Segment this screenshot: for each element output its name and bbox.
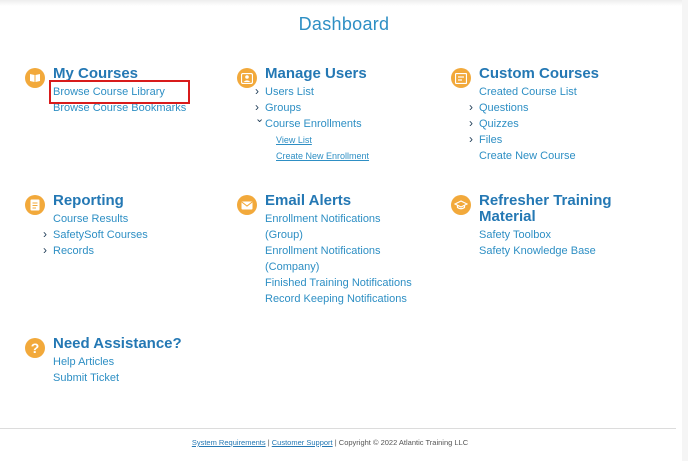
- groups-link[interactable]: Groups: [255, 99, 369, 116]
- quizzes-link[interactable]: Quizzes: [469, 115, 577, 132]
- need-assistance-title[interactable]: Need Assistance?: [53, 336, 182, 352]
- custom-courses-title[interactable]: Custom Courses: [479, 66, 599, 82]
- browse-course-library-link[interactable]: Browse Course Library: [48, 80, 191, 104]
- manage-users-links: Users List Groups Course Enrollments Vie…: [255, 83, 369, 164]
- finished-training-notifications-link[interactable]: Finished Training Notifications: [265, 275, 412, 291]
- customer-support-link[interactable]: Customer Support: [272, 438, 333, 447]
- refresher-title-line1: Refresher Training: [479, 192, 612, 209]
- manage-users-title[interactable]: Manage Users: [265, 66, 367, 82]
- footer: System Requirements | Customer Support |…: [0, 438, 660, 447]
- safetysoft-courses-link[interactable]: SafetySoft Courses: [43, 226, 148, 243]
- email-alerts-title[interactable]: Email Alerts: [265, 193, 351, 209]
- copyright-text: Copyright © 2022 Atlantic Training LLC: [338, 438, 469, 447]
- view-list-link[interactable]: View List: [265, 132, 369, 148]
- page-title: Dashboard: [298, 14, 390, 34]
- records-link[interactable]: Records: [43, 242, 148, 259]
- refresher-links: Safety Toolbox Safety Knowledge Base: [479, 227, 596, 259]
- scrollbar[interactable]: [682, 0, 688, 461]
- assistance-links: Help Articles Submit Ticket: [53, 354, 119, 386]
- enrollment-notifications-company-link[interactable]: Enrollment Notifications (Company): [265, 243, 390, 275]
- create-new-course-link[interactable]: Create New Course: [479, 148, 577, 164]
- report-icon: [25, 195, 45, 215]
- top-shadow: [0, 0, 688, 6]
- created-course-list-link[interactable]: Created Course List: [479, 84, 577, 100]
- refresher-title-line2: Material: [479, 208, 536, 225]
- user-badge-icon: [237, 68, 257, 88]
- safety-toolbox-link[interactable]: Safety Toolbox: [479, 227, 596, 243]
- envelope-icon: [237, 195, 257, 215]
- safety-knowledge-base-link[interactable]: Safety Knowledge Base: [479, 243, 596, 259]
- footer-divider: [0, 428, 676, 429]
- enrollment-notifications-group-link[interactable]: Enrollment Notifications (Group): [265, 211, 390, 243]
- create-new-enrollment-link[interactable]: Create New Enrollment: [265, 148, 369, 164]
- book-icon: [25, 68, 45, 88]
- record-keeping-notifications-link[interactable]: Record Keeping Notifications: [265, 291, 412, 307]
- browse-course-bookmarks-link[interactable]: Browse Course Bookmarks: [53, 100, 186, 116]
- custom-courses-links: Created Course List Questions Quizzes Fi…: [469, 84, 577, 164]
- my-courses-links: Browse Course Library Browse Course Book…: [48, 80, 191, 116]
- refresher-training-title[interactable]: Refresher Training Material: [479, 193, 612, 225]
- footer-separator-2: |: [334, 438, 337, 447]
- submit-ticket-link[interactable]: Submit Ticket: [53, 370, 119, 386]
- reporting-links: Course Results SafetySoft Courses Record…: [43, 211, 148, 259]
- reporting-title[interactable]: Reporting: [53, 193, 124, 209]
- system-requirements-link[interactable]: System Requirements: [192, 438, 266, 447]
- course-enrollments-link[interactable]: Course Enrollments: [255, 111, 369, 132]
- question-icon: ?: [25, 338, 45, 358]
- email-alerts-links: Enrollment Notifications (Group) Enrollm…: [265, 211, 412, 307]
- files-link[interactable]: Files: [469, 131, 577, 148]
- footer-separator-1: |: [267, 438, 270, 447]
- users-list-link[interactable]: Users List: [255, 83, 369, 100]
- help-articles-link[interactable]: Help Articles: [53, 354, 119, 370]
- questions-link[interactable]: Questions: [469, 99, 577, 116]
- graduation-cap-icon: [451, 195, 471, 215]
- edit-document-icon: [451, 68, 471, 88]
- course-results-link[interactable]: Course Results: [53, 211, 148, 227]
- my-courses-title[interactable]: My Courses: [53, 66, 138, 82]
